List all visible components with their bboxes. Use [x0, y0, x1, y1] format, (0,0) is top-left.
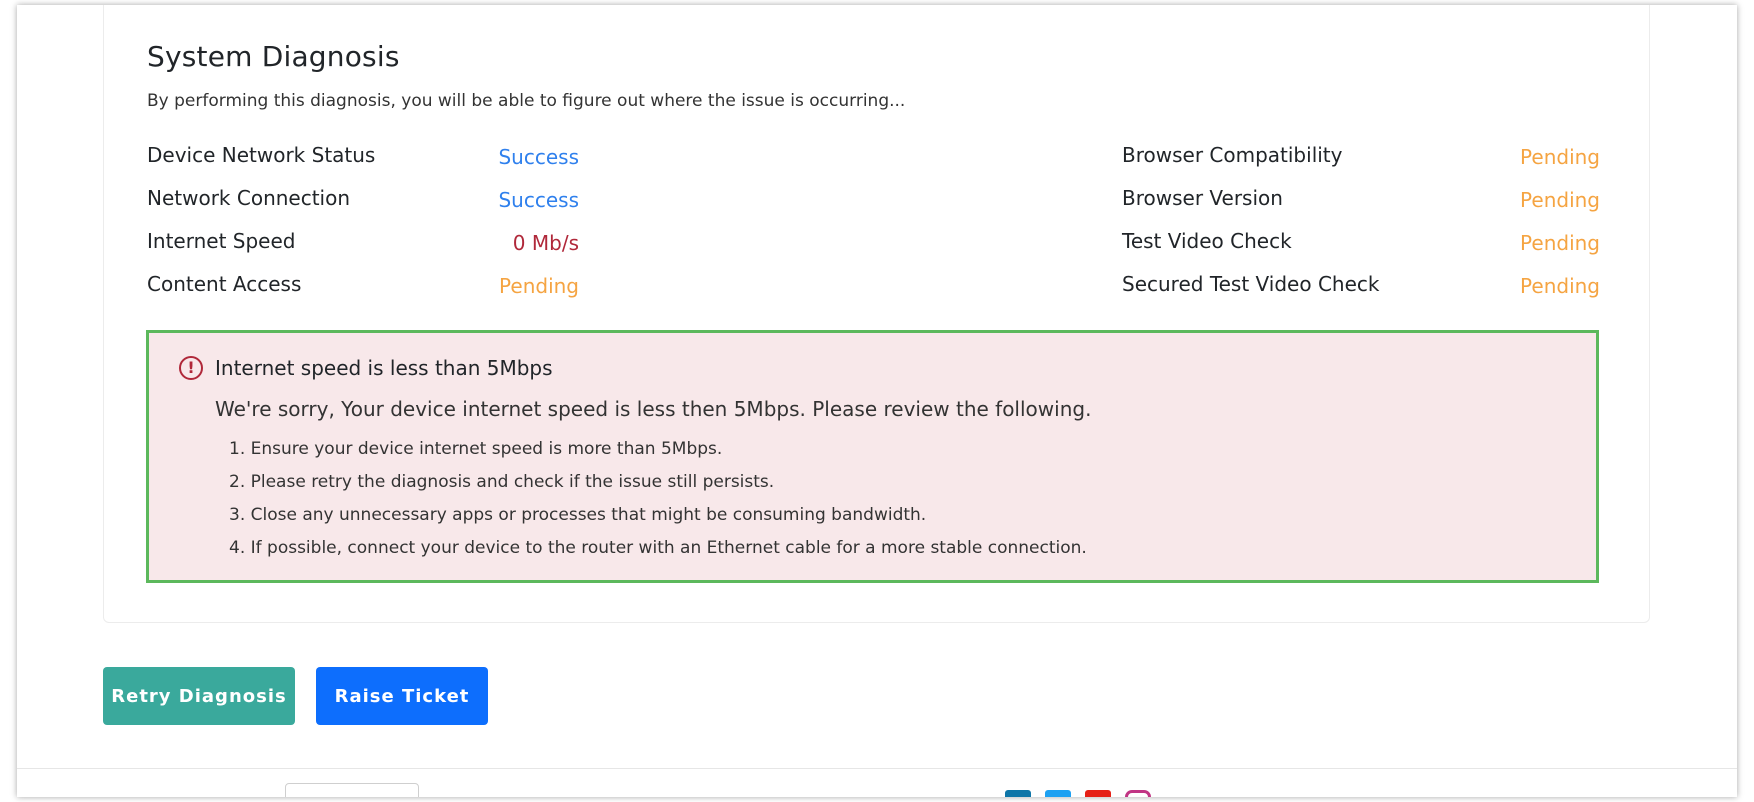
- list-item: 2. Please retry the diagnosis and check …: [229, 472, 775, 492]
- speed-warning-alert: ! Internet speed is less than 5Mbps We'r…: [146, 330, 1599, 583]
- alert-steps-list: 1. Ensure your device internet speed is …: [229, 439, 1087, 571]
- check-status: Pending: [1520, 188, 1600, 212]
- footer-divider: [17, 768, 1737, 769]
- check-row-internet-speed: Internet Speed 0 Mb/s: [147, 229, 579, 259]
- check-status: Success: [498, 145, 579, 169]
- linkedin-icon[interactable]: [1005, 790, 1031, 797]
- check-label: Secured Test Video Check: [1122, 272, 1380, 296]
- check-label: Browser Compatibility: [1122, 143, 1343, 167]
- check-label: Internet Speed: [147, 229, 296, 253]
- check-label: Test Video Check: [1122, 229, 1292, 253]
- check-status: 0 Mb/s: [512, 231, 579, 255]
- alert-heading: Internet speed is less than 5Mbps: [215, 356, 553, 380]
- alert-message: We're sorry, Your device internet speed …: [215, 397, 1092, 421]
- check-row-device-network-status: Device Network Status Success: [147, 143, 579, 173]
- instagram-icon[interactable]: [1125, 790, 1151, 797]
- check-row-test-video-check: Test Video Check Pending: [1122, 229, 1600, 259]
- retry-diagnosis-button[interactable]: Retry Diagnosis: [103, 667, 295, 725]
- page-subtitle: By performing this diagnosis, you will b…: [147, 91, 906, 111]
- check-row-secured-test-video-check: Secured Test Video Check Pending: [1122, 272, 1600, 302]
- check-status: Pending: [1520, 145, 1600, 169]
- check-status: Pending: [499, 274, 579, 298]
- check-status: Pending: [1520, 231, 1600, 255]
- page-title: System Diagnosis: [147, 40, 400, 73]
- check-row-browser-version: Browser Version Pending: [1122, 186, 1600, 216]
- exclamation-circle-icon: !: [179, 356, 203, 380]
- check-status: Pending: [1520, 274, 1600, 298]
- list-item: 3. Close any unnecessary apps or process…: [229, 505, 927, 525]
- check-row-network-connection: Network Connection Success: [147, 186, 579, 216]
- check-label: Browser Version: [1122, 186, 1283, 210]
- check-row-browser-compatibility: Browser Compatibility Pending: [1122, 143, 1600, 173]
- twitter-icon[interactable]: [1045, 790, 1071, 797]
- list-item: 1. Ensure your device internet speed is …: [229, 439, 723, 459]
- footer-select[interactable]: [285, 783, 419, 797]
- check-label: Device Network Status: [147, 143, 376, 167]
- app-window: System Diagnosis By performing this diag…: [17, 5, 1737, 797]
- check-label: Content Access: [147, 272, 302, 296]
- list-item: 4. If possible, connect your device to t…: [229, 538, 1087, 558]
- raise-ticket-button[interactable]: Raise Ticket: [316, 667, 488, 725]
- check-label: Network Connection: [147, 186, 351, 210]
- youtube-icon[interactable]: [1085, 790, 1111, 797]
- check-status: Success: [498, 188, 579, 212]
- check-row-content-access: Content Access Pending: [147, 272, 579, 302]
